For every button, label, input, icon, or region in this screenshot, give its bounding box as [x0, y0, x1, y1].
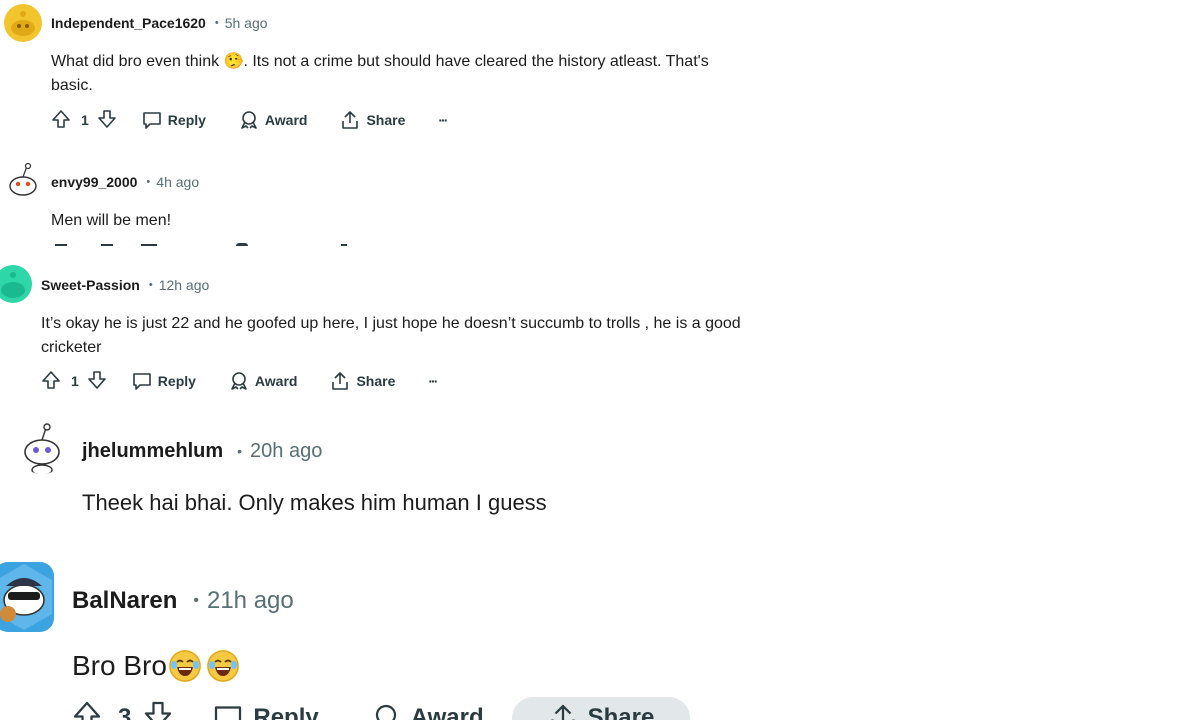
- username[interactable]: Sweet-Passion: [41, 277, 140, 293]
- comment-balnaren: BalNaren • 21h ago Bro Bro 3 Reply Award…: [0, 560, 760, 720]
- comment-text: It’s okay he is just 22 and he goofed up…: [41, 315, 741, 356]
- comment-envy99: envy99_2000 • 4h ago Men will be men!: [0, 156, 760, 246]
- downvote-icon[interactable]: [87, 370, 107, 393]
- timestamp[interactable]: 12h ago: [159, 277, 210, 293]
- share-label: Share: [587, 704, 655, 720]
- award-label: Award: [410, 704, 484, 720]
- timestamp[interactable]: 20h ago: [250, 440, 322, 463]
- avatar[interactable]: [4, 4, 42, 42]
- comment-text: Men will be men!: [51, 212, 172, 229]
- downvote-icon[interactable]: [97, 109, 117, 132]
- snoo-avatar-icon: [9, 162, 37, 196]
- award-icon: [371, 703, 401, 720]
- vote-count: 1: [71, 373, 79, 389]
- downvote-icon[interactable]: [143, 700, 173, 720]
- username[interactable]: jhelummehlum: [82, 440, 223, 463]
- comment-jhelummehlum: jhelummehlum • 20h ago Theek hai bhai. O…: [0, 418, 760, 528]
- reply-button[interactable]: Reply: [142, 110, 206, 130]
- meta-separator: •: [193, 592, 199, 609]
- meta-separator: •: [237, 443, 243, 459]
- reply-label: Reply: [157, 373, 196, 389]
- timestamp[interactable]: 21h ago: [207, 587, 294, 615]
- upvote-icon[interactable]: [41, 370, 61, 393]
- vote-control: 3: [72, 700, 173, 720]
- more-options-button[interactable]: ···: [428, 373, 438, 389]
- reply-label: Reply: [167, 112, 206, 128]
- lying-face-emoji-icon: 🤥: [223, 53, 244, 70]
- award-label: Award: [264, 112, 308, 128]
- meta-separator: •: [214, 17, 219, 29]
- timestamp[interactable]: 5h ago: [225, 15, 268, 31]
- comment-text-start: What did bro even think: [51, 53, 224, 70]
- reply-icon: [142, 110, 162, 130]
- reply-icon: [213, 703, 243, 720]
- vote-count: 3: [118, 704, 132, 720]
- more-icon: ···: [428, 373, 438, 389]
- comment-text: Theek hai bhai. Only makes him human I g…: [82, 490, 547, 515]
- laughing-emoji-icon: [206, 650, 239, 682]
- username[interactable]: BalNaren: [72, 587, 177, 615]
- reply-icon: [132, 371, 152, 391]
- share-button[interactable]: Share: [330, 371, 395, 391]
- share-button[interactable]: Share: [340, 110, 405, 130]
- avatar[interactable]: [0, 265, 32, 303]
- snoo-avatar-icon: [0, 564, 52, 630]
- more-options-button[interactable]: ···: [438, 112, 448, 128]
- username[interactable]: envy99_2000: [51, 174, 137, 190]
- avatar[interactable]: [4, 162, 42, 200]
- laughing-emoji-icon: [168, 650, 201, 682]
- avatar[interactable]: [0, 562, 54, 632]
- username[interactable]: Independent_Pace1620: [51, 15, 206, 31]
- comment-sweet-passion: Sweet-Passion • 12h ago It’s okay he is …: [0, 262, 760, 402]
- comment-body: Bro Bro: [72, 648, 239, 684]
- reply-label: Reply: [253, 704, 319, 720]
- reply-button[interactable]: Reply: [132, 371, 196, 391]
- award-icon: [239, 110, 259, 130]
- snoo-avatar-icon: [1, 272, 25, 298]
- meta-separator: •: [148, 279, 153, 291]
- snoo-avatar-icon: [24, 423, 60, 474]
- share-icon: [548, 703, 578, 720]
- share-icon: [340, 110, 360, 130]
- comment-body: What did bro even think 🤥. Its not a cri…: [51, 50, 751, 98]
- award-button[interactable]: Award: [229, 371, 298, 391]
- share-label: Share: [366, 112, 406, 128]
- vote-count: 1: [81, 112, 89, 128]
- timestamp[interactable]: 4h ago: [156, 174, 199, 190]
- comment-text: Bro Bro: [72, 650, 167, 681]
- reply-button[interactable]: Reply: [213, 703, 319, 720]
- snoo-avatar-icon: [11, 11, 35, 36]
- vote-control: 1: [41, 370, 107, 393]
- award-label: Award: [254, 373, 298, 389]
- action-bar-cutoff: [51, 242, 351, 246]
- award-button[interactable]: Award: [239, 110, 308, 130]
- upvote-icon[interactable]: [51, 109, 71, 132]
- vote-control: 1: [51, 109, 117, 132]
- share-label: Share: [356, 373, 396, 389]
- award-button[interactable]: Award: [371, 703, 484, 720]
- share-button[interactable]: Share: [511, 697, 691, 720]
- meta-separator: •: [146, 176, 151, 188]
- avatar[interactable]: [16, 422, 68, 474]
- share-icon: [330, 371, 350, 391]
- more-icon: ···: [438, 112, 448, 128]
- award-icon: [229, 371, 249, 391]
- upvote-icon[interactable]: [72, 700, 102, 720]
- comment-independent-pace: Independent_Pace1620 • 5h ago What did b…: [0, 0, 760, 140]
